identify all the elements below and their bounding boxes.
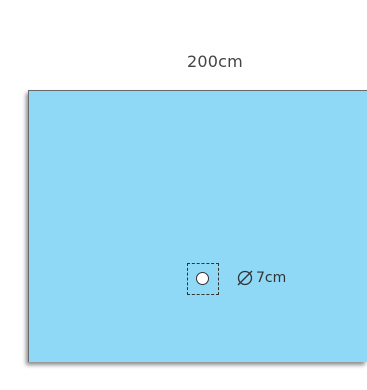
hole-diameter-label: 7cm [236, 269, 286, 287]
fenestration-hole [196, 272, 209, 285]
width-dimension-label: 200cm [187, 52, 243, 71]
drape-panel [28, 90, 367, 362]
fenestration-marker [187, 263, 219, 295]
diameter-icon [237, 270, 253, 286]
hole-diameter-value: 7cm [256, 270, 287, 286]
